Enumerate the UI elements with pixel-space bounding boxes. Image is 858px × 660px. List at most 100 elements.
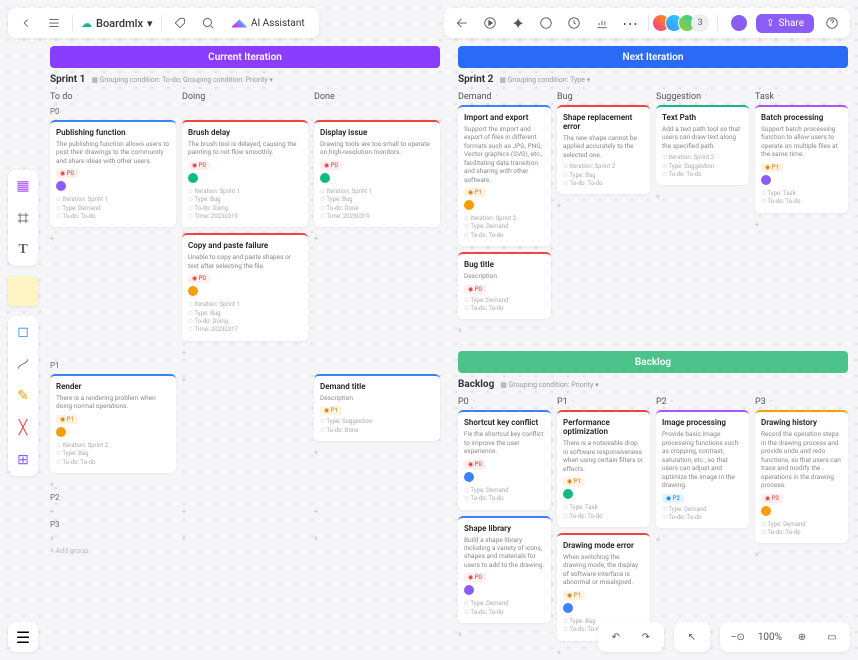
column-header[interactable]: Done · [314,89,440,105]
card[interactable]: Bug titleDescription◉ P0Type: DemandTo-d… [458,252,551,319]
priority-group-header[interactable]: P2 · [50,491,440,506]
card[interactable]: Shape libraryBuild a shape library inclu… [458,516,551,624]
search-button[interactable] [198,13,218,33]
zoom-out-button[interactable]: −⊙ [728,627,748,647]
card[interactable]: Copy and paste failureUnable to copy and… [182,233,308,340]
column-header[interactable]: Suggestion · [656,89,749,105]
add-card-button[interactable]: + [50,479,176,491]
shape-icon[interactable]: ◻ [13,322,33,342]
sparkle-icon[interactable]: ✦ [508,13,528,33]
chart-icon[interactable] [592,13,612,33]
card[interactable]: Performance optimizationThere is a notic… [557,410,650,527]
step-back-icon[interactable] [452,13,472,33]
add-card-button[interactable]: + [557,200,650,212]
add-card-button[interactable]: + [50,233,176,245]
share-button[interactable]: ⇪ Share [756,14,814,33]
card[interactable]: Brush delayThe brush tool is delayed, ca… [182,120,308,227]
card[interactable]: Drawing historyRecord the operation step… [755,410,848,543]
card-meta: Type: DemandTo-do: To-do [662,506,743,523]
card[interactable]: Image processingProvide basic image proc… [656,410,749,528]
zoom-level[interactable]: 100% [758,632,782,643]
column: Import and exportSupport the import and … [458,105,551,337]
column: + [50,533,176,545]
column-header[interactable]: Demand · [458,89,551,105]
card[interactable]: Demand titleDescription◉ P1Type: Suggest… [314,374,440,441]
card[interactable]: Publishing functionThe publishing functi… [50,120,176,227]
play-icon[interactable] [480,13,500,33]
card[interactable]: Display issueDrawing tools are too small… [314,120,440,227]
help-icon[interactable] [822,13,842,33]
card[interactable]: Import and exportSupport the import and … [458,105,551,246]
add-card-button[interactable]: + [314,233,440,245]
undo-button[interactable]: ↶ [606,627,626,647]
card[interactable]: RenderThere is a rendering problem when … [50,374,176,473]
more-tools-icon[interactable]: ⊞ [13,450,33,470]
text-icon[interactable]: T [13,240,33,260]
pen-icon[interactable]: ✎ [13,386,33,406]
board-header: Next Iteration [458,46,848,68]
card-body: The new shape cannot be applied accurate… [563,134,644,159]
template-icon[interactable]: ▦ [13,176,33,196]
frame-icon[interactable] [13,208,33,228]
add-card-button[interactable]: + [314,506,440,518]
add-card-button[interactable]: + [458,325,551,337]
add-card-button[interactable]: + [182,533,308,545]
ai-assistant-button[interactable]: ◢◣ AI Assistant [226,16,311,31]
feedback-button[interactable]: ☰ [8,622,38,652]
column: + [182,533,308,545]
current-user-avatar[interactable] [730,14,748,32]
add-card-button[interactable]: + [182,347,308,359]
column-header[interactable]: P0 · [458,394,551,410]
card[interactable]: Batch processingSupport batch processing… [755,105,848,213]
back-button[interactable] [16,13,36,33]
add-card-button[interactable]: + [182,506,308,518]
card[interactable]: Shape replacement errorThe new shape can… [557,105,650,194]
add-card-button[interactable]: + [458,629,551,641]
history-icon[interactable] [564,13,584,33]
card-title: Batch processing [761,113,842,122]
add-card-button[interactable]: + [656,534,749,546]
add-card-button[interactable]: + [755,219,848,231]
topbar-left: ☁ Boardmlx ▾ ◢◣ AI Assistant [8,8,319,38]
add-card-button[interactable]: + [50,533,176,545]
priority-group-header[interactable]: P0 · [50,105,440,120]
column: Batch processingSupport batch processing… [755,105,848,337]
sticky-note-tool[interactable] [8,276,38,306]
canvas[interactable]: Current IterationSprint 1 ▦ Grouping con… [0,0,858,660]
column-header[interactable]: Bug · [557,89,650,105]
priority-group-header[interactable]: P3 · [50,518,440,533]
add-card-button[interactable]: + [314,533,440,545]
card-meta: Type: DemandTo-do: To-do [464,600,545,617]
minimap-button[interactable]: ▭ [822,627,842,647]
column-header[interactable]: P2 · [656,394,749,410]
more-icon[interactable]: ⋯ [620,13,640,33]
connector-icon[interactable] [13,354,33,374]
column-header[interactable]: To do · [50,89,176,105]
add-card-button[interactable]: + [755,549,848,561]
add-card-button[interactable]: + [50,506,176,518]
add-card-button[interactable]: + [182,374,308,386]
zoom-in-button[interactable]: ⊕ [792,627,812,647]
column: Demand titleDescription◉ P1Type: Suggest… [314,374,440,491]
add-card-button[interactable]: + [314,447,440,459]
column-header[interactable]: P3 · [755,394,848,410]
card-meta: Iteration: Sprint 2Type: BugTo-do: To-do [56,442,170,467]
assignee-avatar [320,173,330,183]
pointer-icon[interactable]: ↖ [682,627,702,647]
redo-button[interactable]: ↷ [636,627,656,647]
tag-button[interactable] [170,13,190,33]
column-header[interactable]: P1 · [557,394,650,410]
add-group-button[interactable]: + Add group [50,545,440,557]
board-title[interactable]: ☁ Boardmlx ▾ [81,17,153,30]
comment-icon[interactable] [536,13,556,33]
add-card-button[interactable]: + [656,191,749,203]
sprint-row: Sprint 1 ▦ Grouping condition: To-do; Gr… [50,74,440,85]
card[interactable]: Text PathAdd a text path tool so that us… [656,105,749,185]
column-header[interactable]: Task · [755,89,848,105]
column-header[interactable]: Doing · [182,89,308,105]
menu-button[interactable] [44,13,64,33]
card[interactable]: Shortcut key conflictFix the shortcut ke… [458,410,551,509]
line-icon[interactable]: ╳ [13,418,33,438]
priority-group-header[interactable]: P1 · [50,359,440,374]
presence-avatars[interactable]: 3 [657,14,709,32]
